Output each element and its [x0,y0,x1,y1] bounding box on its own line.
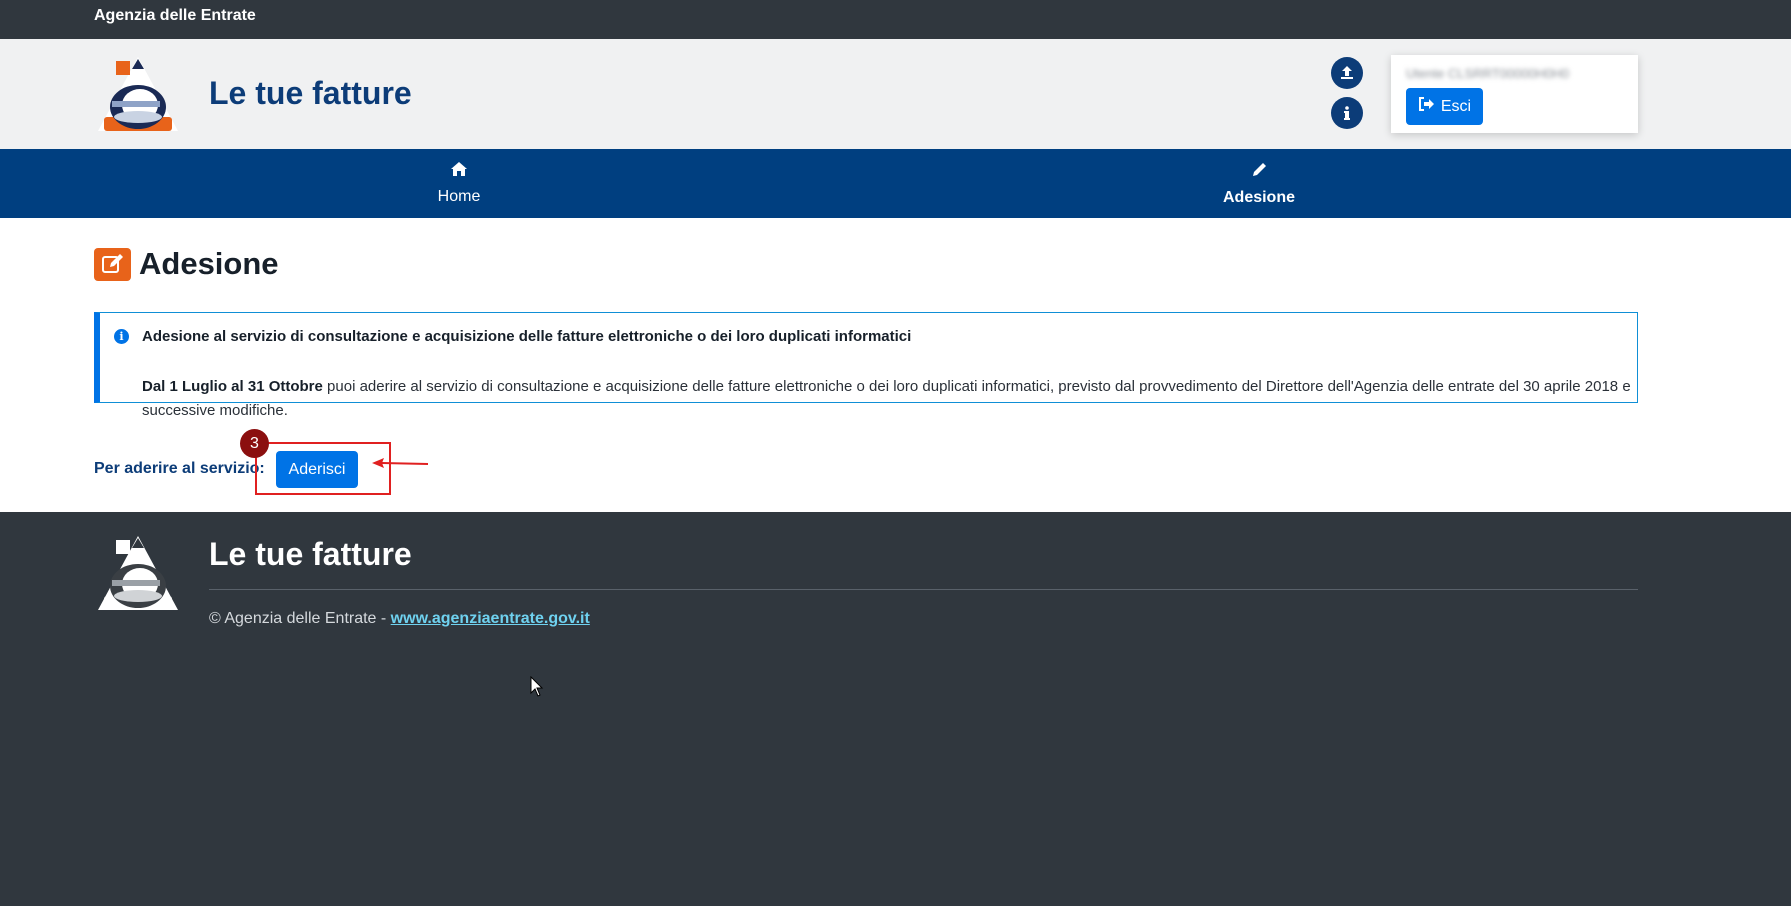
alert-title: Adesione al servizio di consultazione e … [142,328,912,345]
nav-label-adesione: Adesione [1222,188,1295,206]
mouse-cursor-icon [530,676,544,697]
page-heading: Adesione [94,246,279,282]
annotation-arrow-icon [372,458,429,468]
footer-title: Le tue fatture [209,536,412,572]
alert-dates: Dal 1 Luglio al 31 Ottobre [142,378,323,395]
nav-item-adesione[interactable]: Adesione [1159,149,1359,218]
logout-icon [1418,97,1434,116]
join-label: Per aderire al servizio: [94,460,265,477]
alert-body: Dal 1 Luglio al 31 Ottobre puoi aderire … [142,375,1632,423]
agenzia-website-link[interactable]: www.agenziaentrate.gov.it [391,610,590,627]
user-card: Utente CLSRRT00000H0H0 Esci [1391,55,1638,133]
footer-logo [94,534,182,612]
nav-label-home: Home [437,188,481,205]
annotation-step-badge: 3 [240,429,269,458]
footer-divider [209,589,1638,590]
footer-copyright: © Agenzia delle Entrate - www.agenziaent… [209,610,590,628]
main-nav: Home Adesione [0,149,1791,218]
user-name: Utente CLSRRT00000H0H0 [1406,66,1570,81]
header: Le tue fatture Utente CLSRRT00000H0H0 Es… [0,39,1791,149]
top-bar: Agenzia delle Entrate [0,0,1791,39]
agency-name: Agenzia delle Entrate [94,7,256,24]
page-title: Adesione [139,246,279,281]
logout-label: Esci [1440,97,1472,115]
copyright-text: © Agenzia delle Entrate - [209,610,391,627]
agenzia-logo[interactable] [94,55,182,133]
home-icon [450,161,468,182]
alert-text: puoi aderire al servizio di consultazion… [142,378,1631,419]
footer: Le tue fatture © Agenzia delle Entrate -… [0,512,1791,906]
info-icon[interactable] [1331,97,1363,129]
info-alert: i Adesione al servizio di consultazione … [94,312,1638,419]
site-title[interactable]: Le tue fatture [209,75,412,112]
info-circle-icon: i [114,329,129,344]
nav-item-home[interactable]: Home [359,149,559,218]
upload-icon[interactable] [1331,57,1363,89]
main-content: Adesione i Adesione al servizio di consu… [0,218,1791,512]
edit-icon [94,247,131,281]
logout-button[interactable]: Esci [1406,88,1483,125]
pencil-icon [1251,161,1268,183]
